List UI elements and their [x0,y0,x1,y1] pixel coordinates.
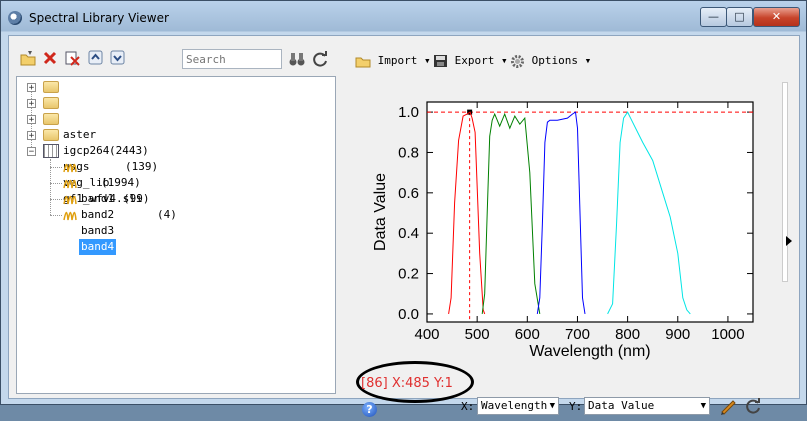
refresh-plot-icon[interactable] [744,397,762,415]
title-bar[interactable]: Spectral Library Viewer — □ ✕ [1,1,806,35]
app-icon [8,11,22,25]
export-label: Export [454,54,495,67]
y-axis-select-value: Data Value [588,399,655,412]
expand-toggle-icon[interactable]: + [27,115,36,125]
export-menu-button[interactable]: Export ▾ [433,53,508,69]
collapse-icon[interactable] [87,49,105,67]
x-tick-label: 1000 [711,326,744,343]
y-axis-selector-label: Y: [569,400,583,413]
options-menu-button[interactable]: Options ▾ [510,53,591,69]
collapse-toggle-icon[interactable]: − [27,147,36,157]
import-label: Import [377,54,418,67]
tree-item-count: (139) [125,160,159,173]
library-tree[interactable]: + aster (2443) + igcp264 (139) + usgs (1… [16,76,336,394]
spectral-plot[interactable]: 400 500 600 700 800 900 1000 0.0 0.2 0.4 0.6 0.8 1.0… [359,94,759,384]
open-folder-icon[interactable] [19,49,37,67]
spectrum-icon [63,195,77,205]
tree-item-band4[interactable]: band4 [17,207,117,255]
y-axis-label: Data Value [372,173,389,251]
tree-item-count: (4) [157,208,177,221]
dropdown-arrow-icon: ▼ [549,401,555,411]
options-label: Options [531,54,578,67]
tree-item-count: (2443) [109,144,149,157]
band-label: band1 [81,192,115,205]
spectral-library-icon [43,144,59,158]
pencil-icon[interactable] [719,397,737,415]
expand-toggle-icon[interactable]: + [27,99,36,109]
folder-icon [43,97,59,109]
spectrum-icon [63,211,77,221]
expand-icon[interactable] [109,49,127,67]
y-tick-label: 0.4 [398,225,419,242]
band-label: band2 [81,208,115,221]
dropdown-arrow-icon: ▼ [700,401,706,411]
spectrum-icon [63,163,77,173]
x-axis-label: Wavelength (nm) [529,343,650,360]
help-icon[interactable]: ? [362,402,377,417]
import-menu-button[interactable]: Import ▾ [355,53,431,69]
x-tick-label: 800 [615,326,640,343]
expand-toggle-icon[interactable]: + [27,131,36,141]
tree-item-band2[interactable]: band2 [17,175,114,221]
binoculars-icon[interactable] [288,50,306,68]
tree-item-aster[interactable]: + aster (2443) [17,79,149,157]
folder-icon [43,81,59,93]
y-tick-label: 0.2 [398,266,419,283]
save-disk-icon [434,55,447,67]
tree-item-band3[interactable]: band3 [17,191,114,237]
x-tick-label: 700 [565,326,590,343]
folder-icon [43,113,59,125]
y-tick-label: 0.6 [398,185,419,202]
gear-icon [511,54,524,68]
spectral-library-viewer-window: Spectral Library Viewer — □ ✕ Search + a… [0,0,807,417]
expand-toggle-icon[interactable]: + [27,83,36,93]
refresh-icon[interactable] [311,50,329,68]
y-tick-label: 1.0 [398,104,419,121]
client-area: + aster (2443) + igcp264 (139) + usgs (1… [8,35,800,417]
x-axis-select-value: Wavelength [481,399,548,412]
x-tick-label: 600 [515,326,540,343]
x-tick-label: 500 [465,326,490,343]
delete-icon[interactable] [41,49,59,67]
expand-panel-arrow-icon[interactable] [786,236,792,246]
delete-all-icon[interactable] [63,49,81,67]
maximize-button[interactable]: □ [726,7,753,27]
minimize-button[interactable]: — [700,7,727,27]
x-axis-select[interactable]: Wavelength ▼ [477,397,559,415]
y-axis-select[interactable]: Data Value ▼ [584,397,710,415]
folder-icon [43,129,59,141]
band-label: band3 [81,224,115,237]
band-label-selected: band4 [79,239,117,255]
tree-item-gf1-wfv4[interactable]: − gf1_wfv4.sli (4) [17,143,177,221]
x-tick-label: 400 [414,326,439,343]
search-input[interactable] [182,49,282,69]
y-tick-label: 0.8 [398,144,419,161]
y-tick-label: 0.0 [398,306,419,323]
window-title: Spectral Library Viewer [29,11,169,25]
plot-frame [426,101,754,323]
tree-item-veg-lib[interactable]: + veg_lib (99) [17,127,150,205]
spectrum-icon [63,179,77,189]
tree-item-usgs[interactable]: + usgs (1994) [17,111,141,189]
import-folder-icon [355,57,371,68]
x-axis-selector-label: X: [461,400,475,413]
close-button[interactable]: ✕ [753,7,800,27]
x-tick-label: 900 [665,326,690,343]
tree-item-band1[interactable]: band1 [17,159,114,205]
tree-item-igcp264[interactable]: + igcp264 (139) [17,95,158,173]
panel-scrollbar[interactable] [782,82,788,282]
cursor-coordinate-readout: [86] X:485 Y:1 [361,376,453,391]
